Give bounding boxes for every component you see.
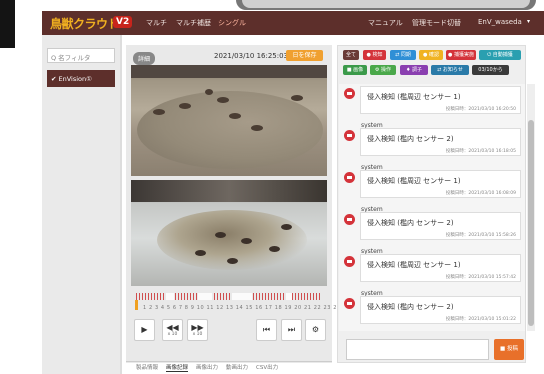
filter-button[interactable]: ♦ 調子 bbox=[400, 65, 428, 75]
camera-image-top[interactable] bbox=[131, 65, 327, 176]
nav-multi-history[interactable]: マルチ補歴 bbox=[176, 18, 211, 28]
skip-forward-icon: ⏭ bbox=[287, 325, 296, 334]
tab-csv-output[interactable]: CSV出力 bbox=[256, 363, 278, 371]
message-timestamp: 投稿日時：2021/03/10 15:01:22 bbox=[445, 317, 516, 322]
message-item: 侵入検知 (檻周辺 センサー 1) 投稿日時：2021/03/10 16:20:5… bbox=[339, 84, 525, 124]
background-photo-edge bbox=[0, 0, 15, 48]
message-bubble: 侵入検知 (檻周辺 センサー 1) 投稿日時：2021/03/10 15:57:4… bbox=[360, 254, 521, 282]
message-timestamp: 投稿日時：2021/03/10 16:18:05 bbox=[445, 149, 516, 154]
camera-datetime: 2021/03/10 16:25:03 bbox=[214, 52, 289, 60]
top-navbar: 鳥獣クラウド V2 マルチ マルチ補歴 シングル マニュアル 管理モード切替 E… bbox=[42, 11, 544, 35]
timeline-hours: 1 2 3 4 5 6 7 8 9 10 11 12 13 14 15 16 1… bbox=[143, 305, 341, 311]
filter-button[interactable]: ■ 画像 bbox=[343, 65, 367, 75]
message-text: 侵入検知 (檻周辺 センサー 1) bbox=[367, 261, 461, 269]
tab-product-info[interactable]: 製品情報 bbox=[136, 363, 158, 371]
nav-multi[interactable]: マルチ bbox=[146, 18, 167, 28]
message-bubble: 侵入検知 (檻周辺 センサー 1) 投稿日時：2021/03/10 16:20:5… bbox=[360, 86, 521, 114]
sidebar-item-envision[interactable]: ✔ EnVision① bbox=[47, 70, 115, 87]
message-item: system 侵入検知 (檻内 センサー 2) 投稿日時：2021/03/10 15… bbox=[339, 206, 525, 250]
message-timestamp: 投稿日時：2021/03/10 15:57:42 bbox=[445, 275, 516, 280]
message-bubble: 侵入検知 (檻内 センサー 2) 投稿日時：2021/03/10 15:58:26 bbox=[360, 212, 521, 240]
nav-manual[interactable]: マニュアル bbox=[368, 18, 403, 28]
forward-10-button[interactable]: ▶▶ x 10 bbox=[187, 319, 208, 341]
message-text: 侵入検知 (檻周辺 センサー 1) bbox=[367, 93, 461, 101]
fast-forward-icon: ▶▶ bbox=[191, 323, 204, 332]
message-bubble: 侵入検知 (檻周辺 センサー 1) 投稿日時：2021/03/10 16:08:0… bbox=[360, 170, 521, 198]
alert-avatar-icon bbox=[344, 214, 355, 225]
message-timestamp: 投稿日時：2021/03/10 16:08:09 bbox=[445, 191, 516, 196]
message-item: system 侵入検知 (檻内 センサー 2) 投稿日時：2021/03/10 16… bbox=[339, 122, 525, 166]
skip-back-icon: ⏮ bbox=[262, 325, 271, 334]
gear-icon: ⚙ bbox=[311, 325, 320, 334]
message-list[interactable]: 侵入検知 (檻周辺 センサー 1) 投稿日時：2021/03/10 16:20:5… bbox=[339, 84, 525, 331]
message-text: 侵入検知 (檻周辺 センサー 1) bbox=[367, 177, 461, 185]
filter-button[interactable]: ⚙ 操作 bbox=[370, 65, 396, 75]
play-icon: ▶ bbox=[141, 325, 148, 334]
chevron-down-icon[interactable]: ▾ bbox=[527, 18, 530, 25]
post-button[interactable]: ■ 投稿 bbox=[494, 339, 524, 360]
alert-avatar-icon bbox=[344, 130, 355, 141]
message-input[interactable] bbox=[346, 339, 489, 360]
alert-avatar-icon bbox=[344, 256, 355, 267]
detail-badge[interactable]: 詳細 bbox=[133, 52, 156, 65]
background-photo-edge bbox=[236, 0, 536, 10]
filter-button[interactable]: ⏻ 自動捕獲 bbox=[479, 50, 521, 60]
message-text: 侵入検知 (檻内 センサー 2) bbox=[367, 219, 454, 227]
message-text: 侵入検知 (檻内 センサー 2) bbox=[367, 303, 454, 311]
message-item: system 侵入検知 (檻周辺 センサー 1) 投稿日時：2021/03/10 1… bbox=[339, 248, 525, 292]
message-bubble: 侵入検知 (檻内 センサー 2) 投稿日時：2021/03/10 16:18:05 bbox=[360, 128, 521, 156]
message-item: system 侵入検知 (檻内 センサー 2) 投稿日時：2021/03/10 15… bbox=[339, 290, 525, 331]
alert-avatar-icon bbox=[344, 88, 355, 99]
message-bubble: 侵入検知 (檻内 センサー 2) 投稿日時：2021/03/10 15:01:22 bbox=[360, 296, 521, 324]
message-item: system 侵入検知 (檻周辺 センサー 1) 投稿日時：2021/03/10 1… bbox=[339, 164, 525, 208]
nav-admin-mode[interactable]: 管理モード切替 bbox=[412, 18, 461, 28]
rewind-10-button[interactable]: ◀◀ x 10 bbox=[162, 319, 183, 341]
tab-image-output[interactable]: 画像出力 bbox=[196, 363, 218, 371]
skip-forward-button[interactable]: ⏭ bbox=[281, 319, 302, 341]
filter-button[interactable]: 全て bbox=[343, 50, 359, 60]
nav-single[interactable]: シングル bbox=[218, 18, 246, 28]
settings-button[interactable]: ⚙ bbox=[305, 319, 326, 341]
filter-button[interactable]: ● 検知 bbox=[363, 50, 386, 60]
tab-video-output[interactable]: 動画出力 bbox=[226, 363, 248, 371]
alert-avatar-icon bbox=[344, 298, 355, 309]
timeline-bar[interactable] bbox=[136, 293, 322, 300]
filter-button[interactable]: ● 確認 bbox=[419, 50, 443, 60]
user-menu[interactable]: EnV_waseda bbox=[478, 18, 522, 26]
play-button[interactable]: ▶ bbox=[134, 319, 155, 341]
version-badge: V2 bbox=[113, 16, 133, 28]
rewind-icon: ◀◀ bbox=[166, 323, 179, 332]
filter-button[interactable]: 03/10から bbox=[472, 65, 509, 75]
camera-image-bottom[interactable] bbox=[131, 180, 327, 286]
app-logo[interactable]: 鳥獣クラウド bbox=[50, 15, 120, 32]
message-timestamp: 投稿日時：2021/03/10 16:20:50 bbox=[445, 107, 516, 112]
name-filter-input[interactable]: Q 名フィルタ bbox=[47, 48, 115, 63]
skip-back-button[interactable]: ⏮ bbox=[256, 319, 277, 341]
message-text: 侵入検知 (檻内 センサー 2) bbox=[367, 135, 454, 143]
save-image-button[interactable]: 日を保存 bbox=[286, 50, 323, 61]
divider bbox=[120, 35, 122, 374]
filter-button[interactable]: ⇄ 同期 bbox=[390, 50, 416, 60]
filter-button[interactable]: ⇄ お知らせ bbox=[431, 65, 469, 75]
timeline-marker[interactable] bbox=[135, 300, 138, 310]
message-timestamp: 投稿日時：2021/03/10 15:58:26 bbox=[445, 233, 516, 238]
scrollbar[interactable] bbox=[527, 84, 535, 331]
tab-image-record[interactable]: 画像記録 bbox=[166, 363, 189, 372]
filter-button[interactable]: ● 捕獲実施 bbox=[446, 50, 476, 60]
alert-avatar-icon bbox=[344, 172, 355, 183]
